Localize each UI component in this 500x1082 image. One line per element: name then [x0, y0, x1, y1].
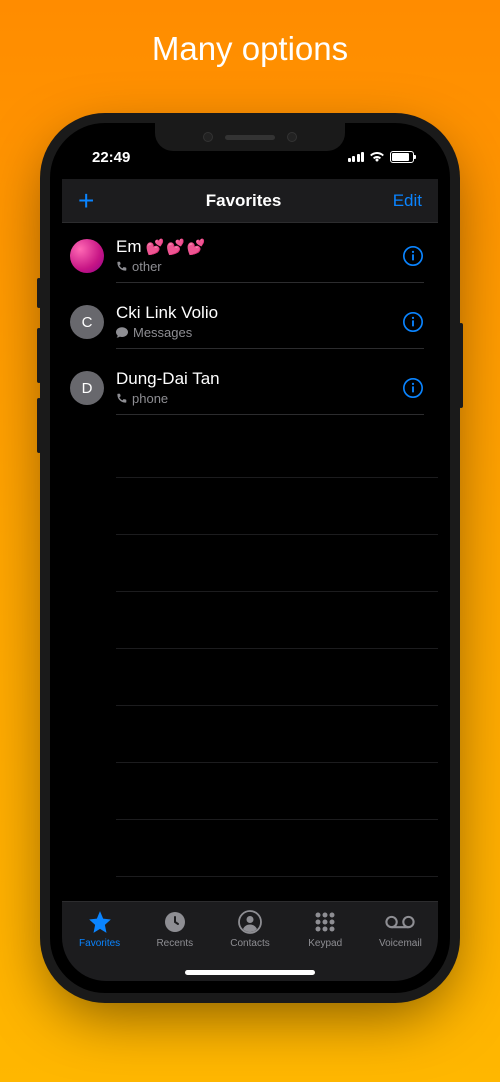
tab-favorites[interactable]: Favorites — [62, 910, 137, 981]
info-button[interactable] — [402, 245, 424, 267]
home-indicator[interactable] — [185, 970, 315, 975]
clock-icon — [163, 910, 187, 934]
empty-area — [62, 421, 438, 877]
tab-label: Voicemail — [379, 938, 422, 949]
avatar: D — [70, 371, 104, 405]
tab-label: Contacts — [230, 938, 269, 949]
tab-label: Keypad — [308, 938, 342, 949]
info-button[interactable] — [402, 377, 424, 399]
favorite-row[interactable]: C Cki Link Volio Messages — [62, 289, 438, 355]
contact-name: Em💕💕💕 — [116, 237, 208, 257]
contact-subtext: phone — [116, 391, 220, 406]
info-button[interactable] — [402, 311, 424, 333]
contact-subtext: other — [116, 259, 208, 274]
message-icon — [116, 327, 128, 338]
favorite-row[interactable]: D Dung-Dai Tan phone — [62, 355, 438, 421]
nav-title: Favorites — [206, 191, 282, 211]
avatar — [70, 239, 104, 273]
nav-bar: + Favorites Edit — [62, 179, 438, 223]
tab-label: Recents — [156, 938, 193, 949]
avatar: C — [70, 305, 104, 339]
mute-switch — [37, 278, 41, 308]
favorite-row[interactable]: Em💕💕💕 other — [62, 223, 438, 289]
keypad-icon — [313, 910, 337, 934]
phone-icon — [116, 393, 127, 404]
screen: 22:49 + Favorites Edit Em💕💕💕 other — [62, 135, 438, 981]
phone-mockup: 22:49 + Favorites Edit Em💕💕💕 other — [50, 123, 450, 993]
contact-name: Dung-Dai Tan — [116, 369, 220, 389]
promo-title: Many options — [0, 0, 500, 68]
contact-name: Cki Link Volio — [116, 303, 218, 323]
star-icon — [87, 910, 113, 934]
favorites-list[interactable]: Em💕💕💕 other C Cki Link Volio Messages D … — [62, 223, 438, 901]
volume-down — [37, 398, 41, 453]
volume-up — [37, 328, 41, 383]
contact-subtext: Messages — [116, 325, 218, 340]
power-button — [459, 323, 463, 408]
wifi-icon — [369, 151, 385, 163]
signal-icon — [348, 152, 365, 162]
edit-button[interactable]: Edit — [393, 191, 422, 211]
tab-label: Favorites — [79, 938, 120, 949]
tab-bar: Favorites Recents Contacts Keypad Voicem… — [62, 901, 438, 981]
battery-icon — [390, 151, 414, 163]
tab-voicemail[interactable]: Voicemail — [363, 910, 438, 981]
add-button[interactable]: + — [78, 187, 94, 215]
voicemail-icon — [385, 910, 415, 934]
contact-icon — [238, 910, 262, 934]
hearts-icon: 💕💕💕 — [146, 238, 208, 256]
status-time: 22:49 — [82, 149, 130, 166]
phone-icon — [116, 261, 127, 272]
notch — [155, 123, 345, 151]
